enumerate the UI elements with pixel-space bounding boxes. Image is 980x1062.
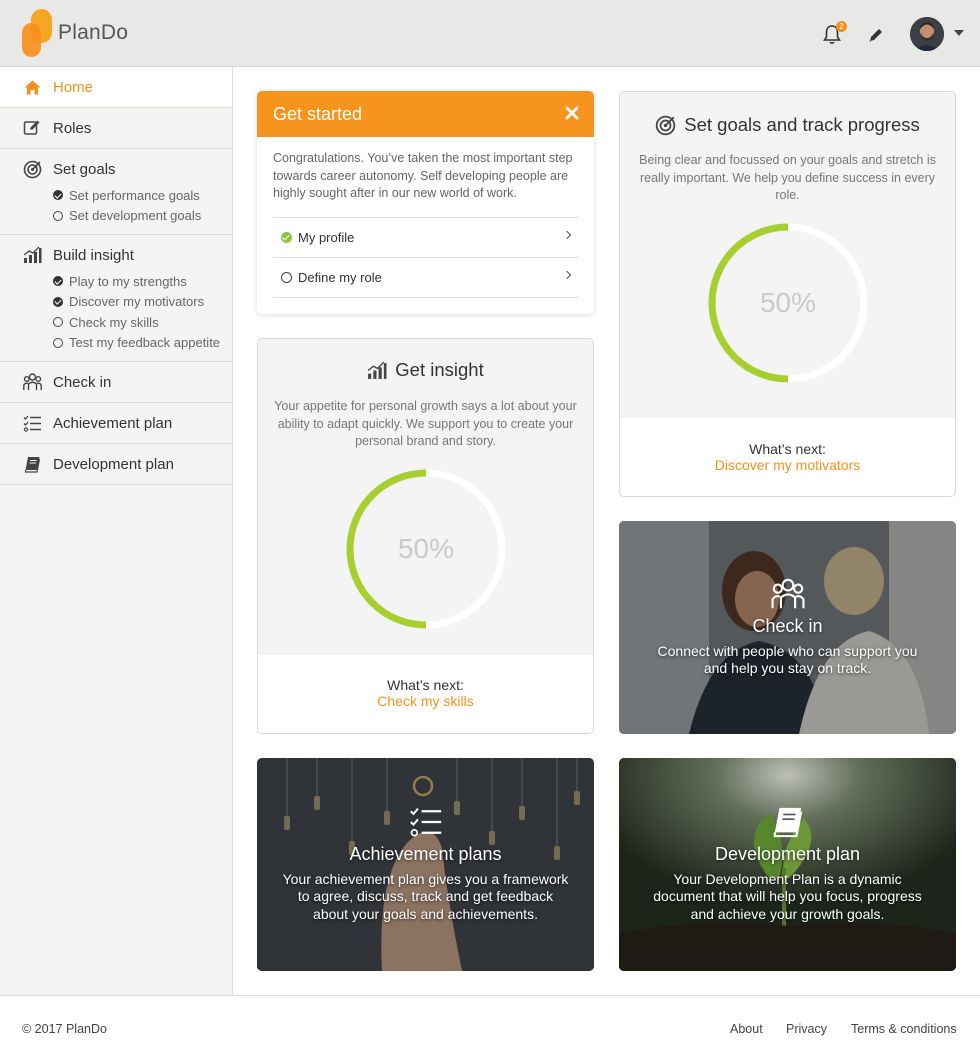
- user-menu-caret-icon[interactable]: [954, 30, 964, 36]
- get-insight-card: Get insight Your appetite for personal g…: [257, 338, 594, 734]
- get-started-title: Get started: [273, 103, 363, 124]
- get-insight-title: Get insight: [395, 359, 484, 380]
- development-plan-title: Development plan: [714, 843, 861, 864]
- progress-percent: 50%: [759, 287, 817, 318]
- copyright-text: © 2017 PlanDo: [22, 1022, 107, 1036]
- sidebar-item-label: Build insight: [53, 246, 134, 264]
- whats-next-label: What’s next:: [387, 677, 464, 693]
- check-in-text: Connect with people who can support you …: [657, 642, 918, 677]
- set-goals-text: Being clear and focussed on your goals a…: [639, 153, 936, 202]
- check-circle-icon: [53, 296, 63, 307]
- close-icon[interactable]: [565, 106, 579, 120]
- sub-item-set-performance-goals[interactable]: Set performance goals: [53, 185, 232, 206]
- user-avatar[interactable]: [910, 17, 944, 51]
- empty-circle-icon: [53, 210, 63, 221]
- get-started-header: Get started: [257, 91, 594, 137]
- sidebar-item-development-plan[interactable]: Development plan: [0, 444, 232, 485]
- sidebar-item-label: Achievement plan: [53, 414, 173, 432]
- people-icon: [22, 372, 42, 392]
- chevron-right-icon: [562, 270, 572, 279]
- check-circle-icon: [53, 190, 63, 201]
- sub-item-play-to-my-strengths[interactable]: Play to my strengths: [53, 271, 232, 292]
- sidebar-item-check-in[interactable]: Check in: [0, 362, 232, 403]
- set-goals-title: Set goals and track progress: [684, 114, 920, 135]
- checklist-icon: [22, 413, 42, 433]
- top-header: PlanDo 2: [0, 0, 980, 67]
- sub-item-check-my-skills[interactable]: Check my skills: [53, 312, 232, 333]
- sidebar-item-set-goals[interactable]: Set goals Set performance goals Set deve…: [0, 149, 232, 235]
- sidebar-item-label: Development plan: [53, 455, 174, 473]
- check-my-skills-link[interactable]: Check my skills: [258, 693, 593, 709]
- empty-circle-icon: [281, 271, 292, 283]
- development-plan-tile[interactable]: Development plan Your Development Plan i…: [619, 758, 956, 971]
- whats-next-label: What’s next:: [749, 441, 826, 457]
- get-started-text: Congratulations. You’ve taken the most i…: [273, 151, 573, 200]
- set-goals-card: Set goals and track progress Being clear…: [619, 91, 956, 497]
- people-icon: [770, 578, 805, 608]
- sidebar-item-achievement-plan[interactable]: Achievement plan: [0, 403, 232, 444]
- get-insight-text: Your appetite for personal growth says a…: [274, 399, 577, 448]
- bar-chart-icon: [22, 245, 42, 265]
- sidebar-item-label: Home: [53, 78, 94, 96]
- set-goals-progress-ring: 50%: [705, 220, 871, 386]
- development-plan-text: Your Development Plan is a dynamic docum…: [653, 870, 922, 922]
- sub-item-discover-my-motivators[interactable]: Discover my motivators: [53, 292, 232, 313]
- sidebar-item-home[interactable]: Home: [0, 67, 232, 108]
- book-icon: [773, 807, 802, 837]
- notification-badge: 2: [836, 21, 847, 32]
- empty-circle-icon: [53, 337, 63, 348]
- sidebar-item-label: Set goals: [53, 160, 116, 178]
- check-in-title: Check in: [752, 615, 823, 636]
- sidebar-item-label: Check in: [53, 373, 112, 391]
- footer-link-terms[interactable]: Terms & conditions: [851, 1022, 957, 1036]
- progress-percent: 50%: [397, 533, 455, 564]
- footer-link-privacy[interactable]: Privacy: [786, 1022, 827, 1036]
- achievement-plans-tile[interactable]: Achievement plans Your achievement plan …: [257, 758, 594, 971]
- edit-icon: [22, 118, 42, 138]
- sidebar-item-roles[interactable]: Roles: [0, 108, 232, 149]
- brand-name: PlanDo: [58, 21, 129, 44]
- check-circle-icon: [281, 231, 292, 243]
- get-started-card: Get started Congratulations. You’ve take…: [257, 91, 594, 314]
- home-icon: [22, 77, 42, 97]
- check-in-tile[interactable]: Check in Connect with people who can sup…: [619, 521, 956, 734]
- target-icon: [22, 159, 42, 179]
- achievement-plans-text: Your achievement plan gives you a framew…: [282, 870, 569, 922]
- bar-chart-icon: [367, 361, 387, 379]
- book-icon: [22, 454, 42, 474]
- define-my-role-link[interactable]: Define my role: [273, 258, 578, 298]
- target-icon: [656, 115, 676, 135]
- empty-circle-icon: [53, 317, 63, 328]
- footer-link-about[interactable]: About: [730, 1022, 763, 1036]
- sub-item-test-my-feedback-appetite[interactable]: Test my feedback appetite: [53, 333, 232, 354]
- footer: © 2017 PlanDo About Privacy Terms & cond…: [0, 995, 980, 1062]
- chevron-right-icon: [562, 230, 572, 239]
- discover-my-motivators-link[interactable]: Discover my motivators: [620, 457, 955, 473]
- plando-logo[interactable]: [22, 9, 52, 57]
- get-started-links: My profile Define my role: [273, 216, 578, 298]
- sidebar: Home Roles Set goals Set performance goa…: [0, 67, 233, 995]
- my-profile-link[interactable]: My profile: [273, 218, 578, 258]
- pencil-icon[interactable]: [866, 25, 886, 45]
- sidebar-item-build-insight[interactable]: Build insight Play to my strengths Disco…: [0, 235, 232, 362]
- sidebar-item-label: Roles: [53, 119, 92, 137]
- check-circle-icon: [53, 276, 63, 287]
- checklist-icon: [409, 807, 441, 837]
- achievement-plans-title: Achievement plans: [349, 843, 502, 864]
- sub-item-set-development-goals[interactable]: Set development goals: [53, 206, 232, 227]
- get-insight-progress-ring: 50%: [343, 466, 509, 632]
